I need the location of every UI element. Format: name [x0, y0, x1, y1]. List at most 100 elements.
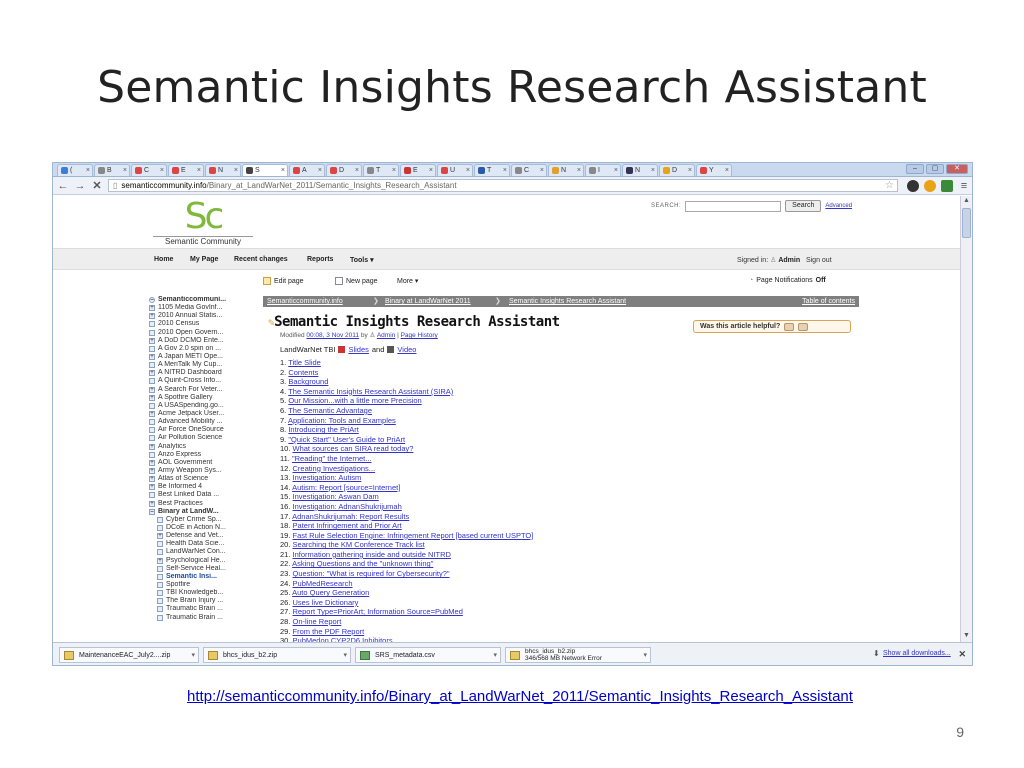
- download-item[interactable]: bhcs_idus_b2.zip ▾: [203, 647, 351, 663]
- contents-link[interactable]: "Reading" the Internet...: [292, 454, 372, 463]
- contents-link[interactable]: From the PDF Report: [293, 627, 365, 636]
- breadcrumb-item[interactable]: Semanticcommunity.info: [267, 298, 343, 305]
- sidebar-item[interactable]: Traumatic Brain ...: [149, 613, 261, 621]
- extension-icon[interactable]: [907, 179, 919, 192]
- close-tab-icon[interactable]: ×: [281, 167, 285, 174]
- sidebar-item[interactable]: Traumatic Brain ...: [149, 605, 261, 613]
- contents-link[interactable]: Asking Questions and the "unknown thing": [292, 559, 433, 568]
- sidebar-item[interactable]: +2010 Annual Statis...: [149, 312, 261, 320]
- signed-in-user[interactable]: Admin: [778, 257, 800, 264]
- close-tab-icon[interactable]: ×: [123, 167, 127, 174]
- browser-tab[interactable]: U ×: [437, 164, 473, 176]
- sidebar-item[interactable]: A Gov 2.0 spin on ...: [149, 345, 261, 353]
- close-icon[interactable]: ✕: [958, 649, 966, 660]
- sign-out-link[interactable]: Sign out: [806, 257, 832, 264]
- sidebar-item[interactable]: Air Pollution Science: [149, 434, 261, 442]
- sidebar-item[interactable]: Advanced Mobility ...: [149, 418, 261, 426]
- contents-link[interactable]: Background: [288, 377, 328, 386]
- expand-icon[interactable]: +: [149, 370, 155, 377]
- scroll-up-icon[interactable]: ▲: [962, 197, 971, 206]
- sidebar-item[interactable]: +1105 Media GovInf...: [149, 304, 261, 312]
- contents-link[interactable]: Introducing the PriArt: [288, 425, 358, 434]
- close-tab-icon[interactable]: ×: [234, 167, 238, 174]
- sidebar-item[interactable]: 2010 Census: [149, 320, 261, 328]
- contents-link[interactable]: Fast Rule Selection Engine: Infringement…: [293, 531, 534, 540]
- sidebar-item[interactable]: + Army Weapon Sys...: [149, 467, 261, 475]
- close-tab-icon[interactable]: ×: [197, 167, 201, 174]
- sidebar-item[interactable]: + Psychological He...: [149, 557, 261, 565]
- sidebar-root[interactable]: – Semanticcommuni...: [149, 296, 261, 304]
- browser-tab[interactable]: N ×: [205, 164, 241, 176]
- contents-link[interactable]: On-line Report: [293, 617, 342, 626]
- chevron-down-icon[interactable]: ▾: [343, 651, 347, 659]
- contents-link[interactable]: Our Mission...with a little more Precisi…: [288, 396, 421, 405]
- collapse-icon[interactable]: –: [149, 297, 155, 304]
- contents-link[interactable]: What sources can SIRA read today?: [293, 444, 414, 453]
- menu-my-page[interactable]: My Page: [190, 256, 218, 263]
- contents-link[interactable]: Investigation: AdnanShukrijumah: [293, 502, 402, 511]
- contents-link[interactable]: "Quick Start" User's Guide to PriArt: [288, 435, 405, 444]
- close-tab-icon[interactable]: ×: [160, 167, 164, 174]
- contents-link[interactable]: Creating Investigations...: [293, 464, 376, 473]
- forward-icon[interactable]: →: [74, 180, 86, 192]
- close-tab-icon[interactable]: ×: [688, 167, 692, 174]
- close-tab-icon[interactable]: ×: [86, 167, 90, 174]
- browser-tab[interactable]: E ×: [400, 164, 436, 176]
- more-button[interactable]: More ▾: [397, 277, 418, 285]
- menu-tools[interactable]: Tools ▾: [350, 256, 374, 264]
- contents-link[interactable]: Question: "What is required for Cybersec…: [293, 569, 450, 578]
- extension-icon[interactable]: [941, 179, 953, 192]
- download-item[interactable]: MaintenanceEAC_July2....zip ▾: [59, 647, 199, 663]
- table-of-contents-link[interactable]: Table of contents: [802, 298, 855, 305]
- sidebar-item[interactable]: TBI Knowledgeb...: [149, 589, 261, 597]
- slides-link[interactable]: Slides: [348, 345, 368, 354]
- close-tab-icon[interactable]: ×: [466, 167, 470, 174]
- download-item[interactable]: bhcs_idus_b2.zip 346/568 MB Network Error…: [505, 647, 651, 663]
- collapse-icon[interactable]: –: [149, 508, 155, 515]
- close-tab-icon[interactable]: ×: [725, 167, 729, 174]
- sidebar-item[interactable]: + Best Practices: [149, 500, 261, 508]
- sidebar-item[interactable]: Anzo Express: [149, 451, 261, 459]
- browser-tab[interactable]: I ×: [585, 164, 621, 176]
- sidebar-item[interactable]: A USASpending.go...: [149, 402, 261, 410]
- expand-icon[interactable]: +: [149, 313, 155, 320]
- new-page-button[interactable]: New page: [335, 277, 378, 285]
- close-tab-icon[interactable]: ×: [614, 167, 618, 174]
- contents-link[interactable]: Auto Query Generation: [292, 588, 369, 597]
- search-input[interactable]: [685, 200, 782, 212]
- sidebar-item[interactable]: + A Japan METI Ope...: [149, 353, 261, 361]
- menu-icon[interactable]: ≡: [958, 180, 970, 192]
- sidebar-item[interactable]: + Be Informed 4: [149, 483, 261, 491]
- sidebar-item[interactable]: + Defense and Vet...: [149, 532, 261, 540]
- modified-date-link[interactable]: 00:08, 3 Nov 2011: [306, 332, 359, 339]
- close-tab-icon[interactable]: ×: [503, 167, 507, 174]
- contents-link[interactable]: Uses live Dictionary: [293, 598, 359, 607]
- browser-tab[interactable]: Y ×: [696, 164, 732, 176]
- video-link[interactable]: Video: [397, 345, 416, 354]
- stop-icon[interactable]: ✕: [91, 179, 103, 192]
- contents-link[interactable]: Title Slide: [288, 358, 321, 367]
- thumbs-down-icon[interactable]: [798, 322, 809, 331]
- close-tab-icon[interactable]: ×: [651, 167, 655, 174]
- browser-tab[interactable]: N ×: [622, 164, 658, 176]
- expand-icon[interactable]: +: [149, 354, 155, 361]
- show-all-downloads-link[interactable]: Show all downloads...: [883, 650, 951, 657]
- contents-link[interactable]: Report Type=PriorArt; Information Source…: [293, 607, 463, 616]
- sidebar-item[interactable]: + A NITRD Dashboard: [149, 369, 261, 377]
- scroll-down-icon[interactable]: ▼: [962, 632, 971, 641]
- expand-icon[interactable]: +: [149, 394, 155, 401]
- back-icon[interactable]: ←: [57, 180, 69, 192]
- expand-icon[interactable]: +: [149, 468, 155, 475]
- contents-link[interactable]: Searching the KM Conference Track list: [293, 540, 425, 549]
- sidebar-item[interactable]: Cyber Crime Sp...: [149, 516, 261, 524]
- breadcrumb-item[interactable]: Binary at LandWarNet 2011: [385, 298, 471, 305]
- sidebar-item[interactable]: LandWarNet Con...: [149, 548, 261, 556]
- contents-link[interactable]: PubMedResearch: [293, 579, 353, 588]
- chevron-down-icon[interactable]: ▾: [191, 651, 195, 659]
- contents-link[interactable]: Investigation: Autism: [293, 473, 362, 482]
- sidebar-item[interactable]: Health Data Scie...: [149, 540, 261, 548]
- contents-link[interactable]: The Semantic Insights Research Assistant…: [288, 387, 453, 396]
- sidebar-item[interactable]: A Quint-Cross Info...: [149, 377, 261, 385]
- menu-recent-changes[interactable]: Recent changes: [234, 256, 288, 263]
- browser-tab[interactable]: N ×: [548, 164, 584, 176]
